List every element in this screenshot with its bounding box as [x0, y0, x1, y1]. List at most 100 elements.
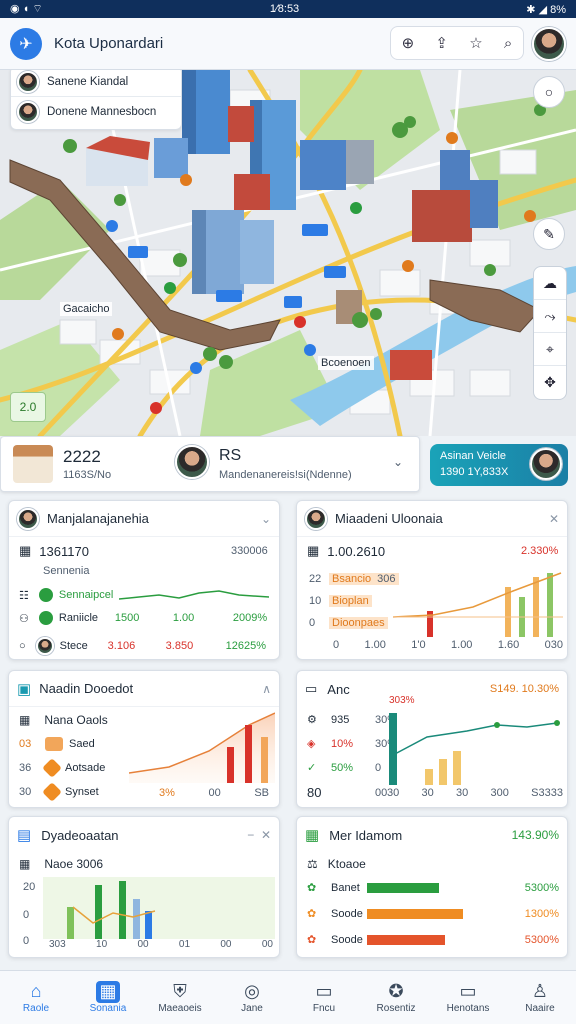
- promo-card[interactable]: Asinan Veicle 1390 1Y,833X: [430, 444, 568, 486]
- list-item[interactable]: ✓ 50% 0: [307, 761, 381, 775]
- nav-item-badge[interactable]: ✪ Rosentiz: [360, 971, 432, 1024]
- list-item[interactable]: 03 Saed: [19, 737, 95, 751]
- chart-icon: ▭: [459, 981, 477, 1001]
- location-item[interactable]: Donene Mannesbocn: [11, 97, 181, 127]
- selected-place-bar[interactable]: 2222 1163S/No RS Mandenanereis!si(Ndenne…: [0, 436, 420, 492]
- chevron-down-icon[interactable]: ⌄: [393, 455, 403, 469]
- panel-title: Miaadeni Uloonaia: [335, 511, 443, 526]
- location-popup: Sanene Kiandal Donene Mannesbocn: [10, 70, 182, 130]
- panel-row: ⚖ Ktoaoe: [307, 857, 366, 871]
- metric-label: Stece: [59, 640, 88, 652]
- place-value: 2222: [63, 447, 101, 466]
- nav-item-photo[interactable]: ▭ Fncu: [288, 971, 360, 1024]
- user-avatar[interactable]: [532, 27, 566, 61]
- panel-avatar: [17, 507, 39, 530]
- y-tick: 10: [309, 595, 322, 607]
- place-desc: Mandenanereis!si(Ndenne): [219, 469, 352, 481]
- calendar-icon: ▦: [19, 543, 32, 558]
- box-icon: [42, 758, 62, 778]
- calendar-icon: ▦: [305, 827, 320, 844]
- panel-ratings: ▦ Mer Idamom 143.90% ⚖ Ktoaoe ✿ Banet 5300…: [296, 816, 568, 958]
- x-tick: 1.00: [451, 639, 473, 651]
- map-expand-button[interactable]: ✥: [534, 366, 566, 399]
- x-tick: 1'0: [411, 639, 426, 651]
- close-icon[interactable]: ✕: [549, 512, 559, 526]
- panel-title: Anc: [327, 681, 350, 697]
- panel-value-right: 143.90%: [511, 828, 559, 842]
- rating-row[interactable]: ✿ Soode 1300%: [307, 907, 559, 921]
- leaf-icon: [38, 611, 53, 625]
- zoom-icon[interactable]: ⊕: [402, 34, 415, 52]
- y-tick: 22: [309, 573, 322, 585]
- status-icons-right: ✱ ◢ 8%: [526, 3, 566, 16]
- map-draw-button[interactable]: ✎: [533, 218, 565, 250]
- box-icon: [42, 782, 62, 802]
- x-tick: 0: [333, 639, 340, 651]
- nav-item-home[interactable]: ⌂ Raole: [0, 971, 72, 1024]
- map-menu-button[interactable]: ○: [533, 76, 565, 108]
- panel-header: Miaadeni Uloonaia ✕: [297, 501, 567, 537]
- promo-line2: 1390 1Y,833X: [440, 466, 509, 478]
- panel-header: ▤ Dyadeoaatan − ✕: [9, 817, 279, 853]
- city-map[interactable]: Gacaicho Bcoenoen Sanene Kiandal Donene …: [0, 70, 576, 436]
- x-tick: 303: [49, 939, 66, 950]
- location-label: Donene Mannesbocn: [47, 106, 157, 118]
- list-item[interactable]: 30 Synset: [19, 782, 99, 802]
- list-item[interactable]: 36 Aotsade: [19, 758, 105, 778]
- nav-item-help[interactable]: ◎ Jane: [216, 971, 288, 1024]
- rating-track: [367, 934, 487, 945]
- place-sub: 1163S/No: [63, 469, 112, 481]
- collapse-icon[interactable]: ∧: [262, 682, 271, 696]
- flower-icon: ✿: [307, 908, 317, 920]
- metric-row[interactable]: ○ Stece 3.106 3.850 12625%: [19, 637, 273, 655]
- list-item[interactable]: 80 00: [307, 785, 387, 800]
- star-icon[interactable]: ☆: [469, 34, 482, 52]
- profile-icon: ♙: [531, 981, 549, 1001]
- dynamics-chart: [43, 877, 275, 939]
- flower-icon: ✿: [307, 934, 317, 946]
- panel-header: ▦ Mer Idamom 143.90%: [297, 817, 567, 853]
- map-pin-button[interactable]: ⌖: [534, 333, 566, 366]
- minimize-icon[interactable]: − ✕: [247, 828, 271, 842]
- star-icon: ⚙: [307, 714, 317, 726]
- app-logo-icon[interactable]: ✈: [10, 27, 42, 60]
- chevron-down-icon[interactable]: ⌄: [261, 512, 271, 526]
- list-item[interactable]: ◈ 10% 30%: [307, 737, 397, 751]
- location-item[interactable]: Sanene Kiandal: [11, 70, 181, 97]
- rating-percent: 1300%: [524, 907, 559, 920]
- map-scale-badge[interactable]: 2.0: [10, 392, 46, 422]
- y-tick: 0: [309, 617, 316, 629]
- map-layers-button[interactable]: ☁: [534, 267, 566, 300]
- list-icon: ⚇: [19, 612, 29, 625]
- rating-bar: [367, 882, 439, 893]
- metric-row[interactable]: ☷ Sennaipcel: [19, 585, 273, 605]
- grid-icon: ▦: [19, 713, 31, 727]
- location-label: Sanene Kiandal: [47, 75, 129, 88]
- panel-value-row: ▦ 1.00.2610: [307, 543, 385, 559]
- rating-row[interactable]: ✿ Soode 5300%: [307, 933, 559, 947]
- nav-item-profile[interactable]: ♙ Naaire: [504, 971, 576, 1024]
- building-thumbnail: [13, 445, 53, 483]
- calendar-icon: ▦: [307, 543, 320, 558]
- list-item[interactable]: ⚙ 935 30%: [307, 713, 397, 727]
- map-route-button[interactable]: ⤳: [534, 300, 566, 333]
- nav-item-shield[interactable]: ⛨ Maeaoeis: [144, 971, 216, 1024]
- nav-item-chart[interactable]: ▭ Henotans: [432, 971, 504, 1024]
- orders-chart: [129, 712, 275, 783]
- x-tick: 1.60: [497, 639, 520, 651]
- panel-analytics: ▭ Anc S149. 10.30% 303% ⚙ 935 30% ◈ 10% 30% …: [296, 670, 568, 808]
- metric-a: 3.106: [107, 640, 136, 652]
- flower-icon: ✿: [307, 882, 317, 894]
- nav-item-dashboard[interactable]: ▦ Sonania: [72, 971, 144, 1024]
- metric-row[interactable]: ⚇ Raniicle 1500 1.00 2009%: [19, 611, 273, 625]
- metric-c: 12625%: [225, 640, 267, 652]
- x-tick: 30: [421, 787, 434, 799]
- x-tick: 01: [178, 939, 191, 950]
- rating-row[interactable]: ✿ Banet 5300%: [307, 881, 559, 895]
- pen-icon: ✎: [543, 225, 555, 242]
- x-tick: 00: [208, 787, 221, 799]
- share-icon[interactable]: ⇪: [435, 34, 448, 52]
- rating-percent: 5300%: [524, 881, 559, 894]
- place-title: RS: [219, 447, 242, 464]
- search-icon[interactable]: ⌕: [504, 35, 512, 52]
